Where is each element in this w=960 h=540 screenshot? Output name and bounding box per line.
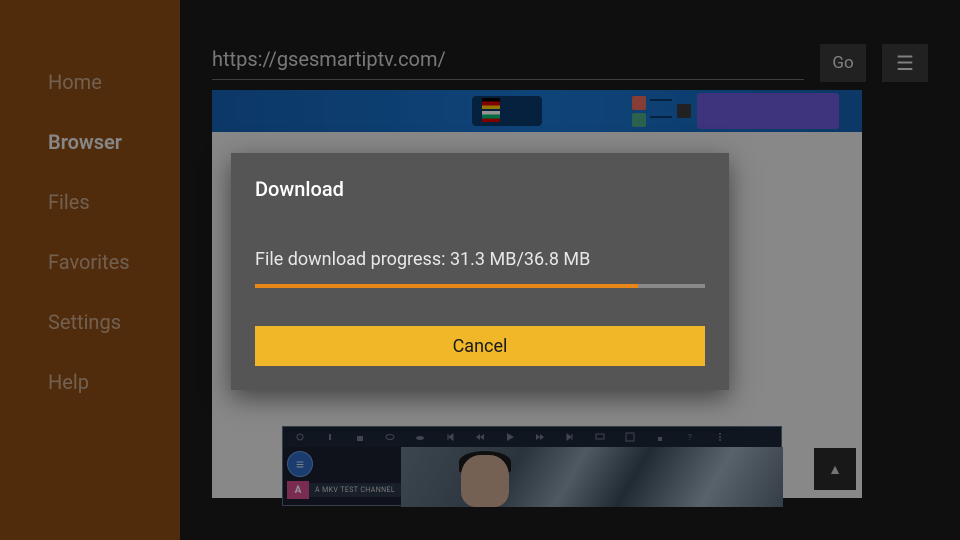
dialog-title: Download xyxy=(255,177,705,201)
info-icon xyxy=(325,432,335,442)
video-thumbnail xyxy=(401,447,783,507)
channel-label: A MKV TEST CHANNEL xyxy=(309,483,401,497)
banner-decor xyxy=(650,116,672,118)
play-icon xyxy=(505,432,515,442)
channel-row[interactable]: A A MKV TEST CHANNEL xyxy=(287,481,401,499)
player-toolbar: ? xyxy=(283,427,781,447)
svg-text:?: ? xyxy=(688,433,692,442)
help-icon: ? xyxy=(685,432,695,442)
rewind-icon xyxy=(475,432,485,442)
more-icon xyxy=(715,432,725,442)
back-to-top-button[interactable]: ▲ xyxy=(814,448,856,490)
chevron-up-icon: ▲ xyxy=(828,461,842,478)
progress-prefix: File download progress: xyxy=(255,249,450,270)
thumbs-up-icon xyxy=(655,432,665,442)
channel-badge: A xyxy=(287,481,309,499)
picture-icon xyxy=(625,432,635,442)
flag-icon xyxy=(482,98,500,109)
flag-icon xyxy=(482,111,500,122)
banner-decor xyxy=(632,96,646,110)
download-dialog: Download File download progress: 31.3 MB… xyxy=(231,153,729,390)
url-input[interactable]: https://gsesmartiptv.com/ xyxy=(212,47,804,80)
progress-downloaded: 31.3 MB xyxy=(450,249,517,270)
media-player-preview: ? ≡ A A MKV TEST CHANNEL xyxy=(282,426,782,506)
progress-bar xyxy=(255,284,705,288)
progress-bar-fill xyxy=(255,284,638,288)
progress-total: 36.8 MB xyxy=(524,249,591,270)
cloud-icon xyxy=(415,432,425,442)
thumbnail-decor xyxy=(461,455,509,507)
player-menu-button[interactable]: ≡ xyxy=(287,451,313,477)
progress-separator: / xyxy=(516,249,523,270)
banner-decor xyxy=(677,104,691,118)
hamburger-menu-button[interactable]: ☰ xyxy=(882,44,928,82)
forward-icon xyxy=(535,432,545,442)
sidebar: Home Browser Files Favorites Settings He… xyxy=(0,0,180,540)
cast-icon xyxy=(595,432,605,442)
address-bar: https://gsesmartiptv.com/ Go ☰ xyxy=(212,0,928,82)
banner-decor xyxy=(650,99,672,101)
page-banner xyxy=(212,90,862,132)
go-button[interactable]: Go xyxy=(820,44,866,82)
eye-icon xyxy=(385,432,395,442)
settings-icon xyxy=(295,432,305,442)
banner-decor xyxy=(632,113,646,127)
sidebar-item-settings[interactable]: Settings xyxy=(0,292,180,352)
sidebar-item-browser[interactable]: Browser xyxy=(0,112,180,172)
sidebar-item-files[interactable]: Files xyxy=(0,172,180,232)
sidebar-item-favorites[interactable]: Favorites xyxy=(0,232,180,292)
lock-icon xyxy=(355,432,365,442)
skip-back-icon xyxy=(445,432,455,442)
sidebar-items: Home Browser Files Favorites Settings He… xyxy=(0,0,180,412)
cancel-button[interactable]: Cancel xyxy=(255,326,705,366)
hamburger-icon: ☰ xyxy=(896,51,914,75)
hamburger-icon: ≡ xyxy=(296,456,304,473)
skip-forward-icon xyxy=(565,432,575,442)
banner-decor xyxy=(697,93,839,129)
sidebar-item-help[interactable]: Help xyxy=(0,352,180,412)
sidebar-item-home[interactable]: Home xyxy=(0,52,180,112)
download-progress-text: File download progress: 31.3 MB/36.8 MB xyxy=(255,249,705,270)
